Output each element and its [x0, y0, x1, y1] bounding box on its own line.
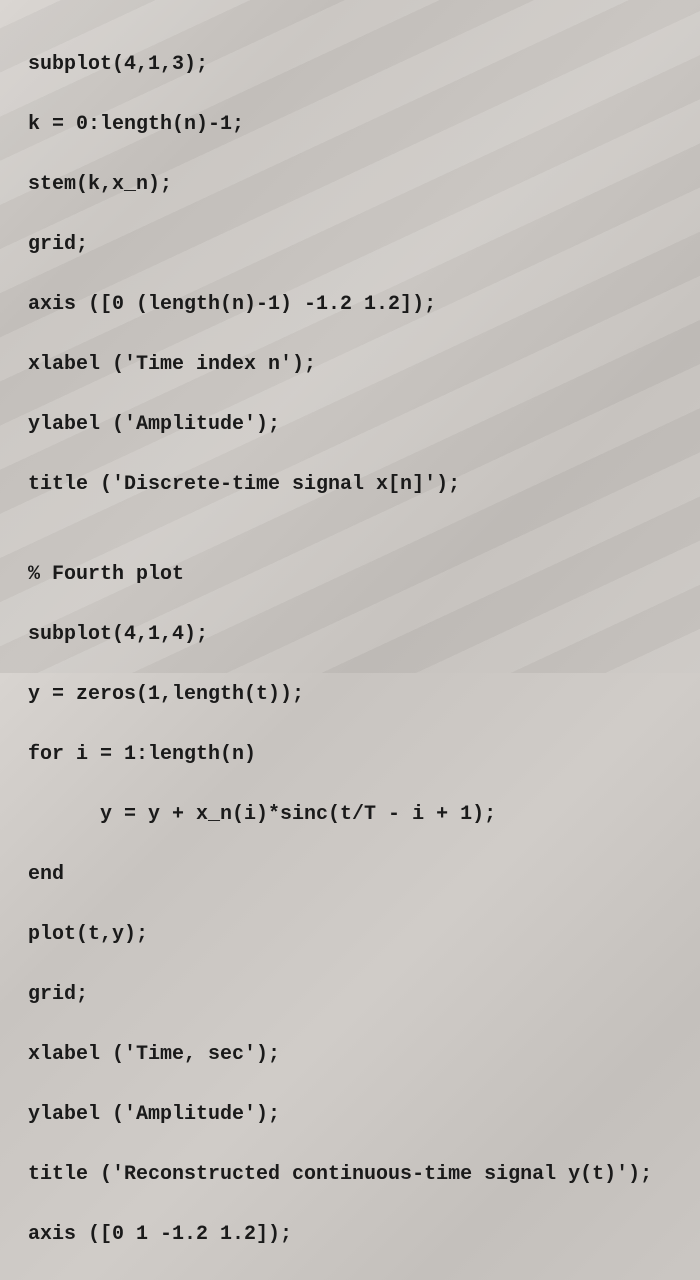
code-line: ylabel ('Amplitude');: [28, 1100, 700, 1130]
code-line: ylabel ('Amplitude');: [28, 410, 700, 440]
code-line: grid;: [28, 980, 700, 1010]
code-line: end: [28, 860, 700, 890]
code-line: plot(t,y);: [28, 920, 700, 950]
code-line: y = y + x_n(i)*sinc(t/T - i + 1);: [28, 800, 700, 830]
code-line: xlabel ('Time, sec');: [28, 1040, 700, 1070]
code-line: axis ([0 (length(n)-1) -1.2 1.2]);: [28, 290, 700, 320]
code-line: xlabel ('Time index n');: [28, 350, 700, 380]
code-line: k = 0:length(n)-1;: [28, 110, 700, 140]
code-line: y = zeros(1,length(t));: [28, 680, 700, 710]
code-block: subplot(4,1,3); k = 0:length(n)-1; stem(…: [28, 20, 700, 1280]
code-line: for i = 1:length(n): [28, 740, 700, 770]
code-line: subplot(4,1,4);: [28, 620, 700, 650]
code-line: subplot(4,1,3);: [28, 50, 700, 80]
code-line: stem(k,x_n);: [28, 170, 700, 200]
code-line: axis ([0 1 -1.2 1.2]);: [28, 1220, 700, 1250]
code-line: grid;: [28, 230, 700, 260]
code-line: title ('Reconstructed continuous-time si…: [28, 1160, 700, 1190]
code-line: title ('Discrete-time signal x[n]');: [28, 470, 700, 500]
code-line: % Fourth plot: [28, 560, 700, 590]
